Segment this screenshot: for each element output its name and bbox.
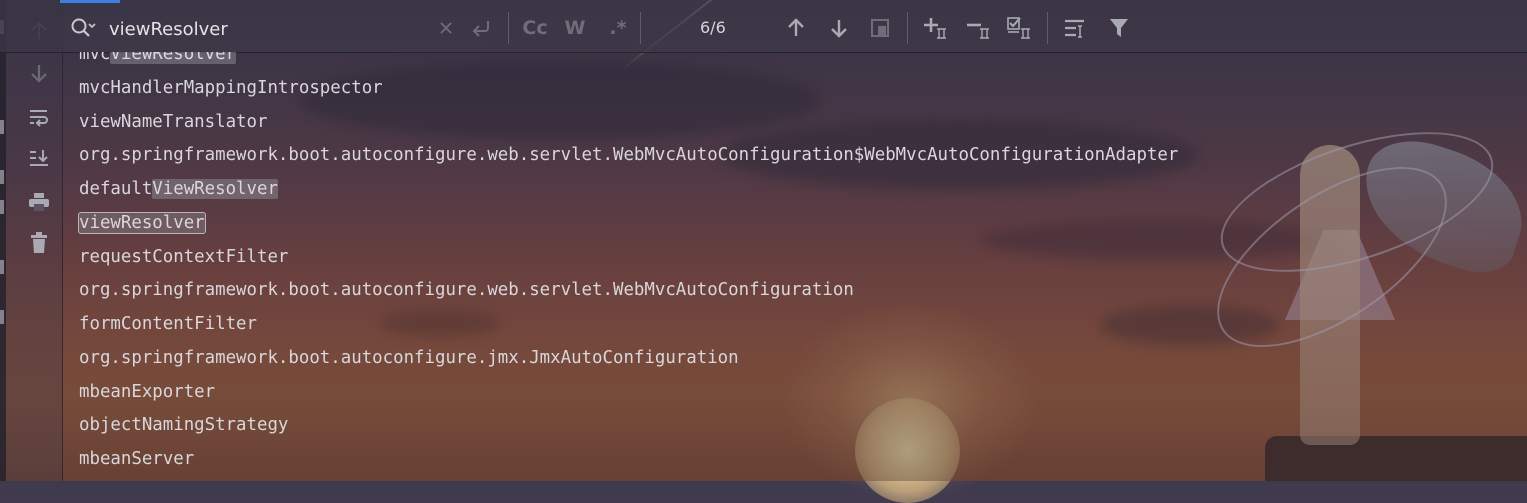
scroll-down-icon[interactable] xyxy=(24,58,54,88)
console-line: viewResolver xyxy=(78,210,206,236)
search-match: ViewResolver xyxy=(152,179,278,199)
console-line: mbeanExporter xyxy=(79,382,216,402)
console-line: org.springframework.boot.autoconfigure.w… xyxy=(79,145,1179,165)
console-line: requestContextFilter xyxy=(79,247,289,267)
find-toolbar: Cc W .* 6/6 xyxy=(0,0,1527,53)
select-all-matches-icon[interactable] xyxy=(1006,13,1034,43)
console-line: defaultViewResolver xyxy=(79,179,278,199)
filter-icon[interactable] xyxy=(1107,13,1131,43)
clear-search-icon[interactable] xyxy=(436,13,456,43)
search-match: ViewResolver xyxy=(110,52,237,64)
next-match-icon[interactable] xyxy=(827,13,851,43)
search-history-icon[interactable] xyxy=(70,17,96,39)
soft-wrap-icon[interactable] xyxy=(24,102,54,132)
remove-selection-icon[interactable] xyxy=(965,13,993,43)
scroll-to-end-icon[interactable] xyxy=(24,143,54,173)
console-line: viewNameTranslator xyxy=(79,112,268,132)
console-line: org.springframework.boot.autoconfigure.w… xyxy=(79,280,854,300)
select-all-occurrences-icon[interactable] xyxy=(868,13,892,43)
console-line: objectNamingStrategy xyxy=(79,415,289,435)
replace-icon[interactable] xyxy=(469,13,493,43)
console-line: org.springframework.boot.autoconfigure.j… xyxy=(79,348,739,368)
current-search-match: viewResolver xyxy=(78,212,206,234)
previous-match-icon[interactable] xyxy=(784,13,808,43)
whole-words-toggle[interactable]: W xyxy=(563,13,587,43)
filter-lines-icon[interactable] xyxy=(1063,13,1089,43)
tool-window-edge xyxy=(0,0,6,481)
console-output[interactable]: mvcViewResolver mvcHandlerMappingIntrosp… xyxy=(62,52,1527,481)
regex-toggle[interactable]: .* xyxy=(605,13,631,43)
print-icon[interactable] xyxy=(24,187,54,217)
search-input[interactable] xyxy=(107,14,431,44)
console-line: formContentFilter xyxy=(79,314,257,334)
console-line: mbeanServer xyxy=(79,449,195,469)
console-line: mvcViewResolver xyxy=(79,52,237,67)
active-tab-indicator xyxy=(60,0,120,3)
clear-all-icon[interactable] xyxy=(24,228,54,258)
match-case-toggle[interactable]: Cc xyxy=(521,13,549,43)
match-count: 6/6 xyxy=(700,18,726,37)
add-selection-for-next-icon[interactable] xyxy=(922,13,950,43)
console-line: mvcHandlerMappingIntrospector xyxy=(79,78,383,98)
